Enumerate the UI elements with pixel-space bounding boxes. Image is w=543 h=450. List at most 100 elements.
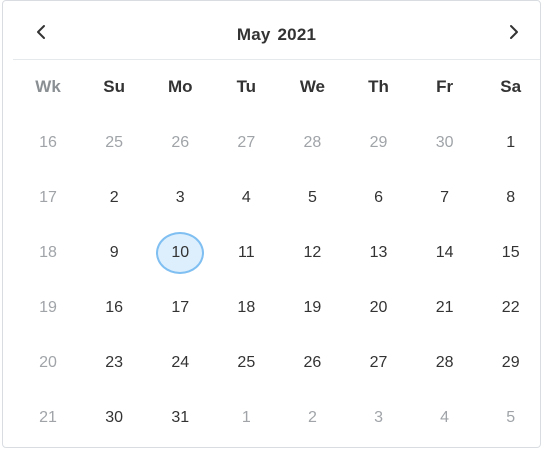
day-cell[interactable]: 1	[478, 115, 543, 170]
week-number: 20	[39, 353, 57, 371]
day-cell[interactable]: 26	[279, 335, 345, 390]
day-cell[interactable]: 2	[279, 390, 345, 445]
day-cell[interactable]: 1	[213, 390, 279, 445]
day-cell[interactable]: 16	[81, 280, 147, 335]
day-number: 28	[303, 133, 322, 151]
day-cell[interactable]: 27	[213, 115, 279, 170]
day-number: 28	[435, 353, 454, 371]
day-cell[interactable]: 20	[345, 280, 411, 335]
day-cell[interactable]: 3	[147, 170, 213, 225]
day-number: 1	[241, 408, 251, 426]
week-row: 20 23 24 25 26 27 28 29	[15, 335, 543, 390]
day-number: 1	[506, 133, 516, 151]
date-picker-calendar: May 2021 Wk Su Mo Tu We Th Fr Sa 16 25 26…	[2, 0, 541, 448]
day-number: 23	[105, 353, 124, 371]
week-row: 18 9 10 11 12 13 14 15	[15, 225, 543, 280]
day-cell[interactable]: 25	[81, 115, 147, 170]
day-number: 5	[307, 188, 317, 206]
week-number: 19	[39, 298, 57, 316]
day-cell[interactable]: 13	[345, 225, 411, 280]
day-number: 18	[237, 298, 256, 316]
day-number: 7	[440, 188, 450, 206]
day-cell[interactable]: 2	[81, 170, 147, 225]
week-number-header: Wk	[35, 77, 61, 96]
day-number: 29	[369, 133, 388, 151]
weekday-header-friday: Fr	[436, 77, 454, 96]
day-cell[interactable]: 24	[147, 335, 213, 390]
week-row: 19 16 17 18 19 20 21 22	[15, 280, 543, 335]
day-cell[interactable]: 31	[147, 390, 213, 445]
day-cell[interactable]: 5	[478, 390, 543, 445]
day-cell[interactable]: 29	[478, 335, 543, 390]
day-cell[interactable]: 28	[412, 335, 478, 390]
day-cell[interactable]: 27	[345, 335, 411, 390]
day-cell[interactable]: 28	[279, 115, 345, 170]
day-number: 25	[237, 353, 256, 371]
day-cell[interactable]: 4	[412, 390, 478, 445]
day-number: 24	[171, 353, 190, 371]
day-cell[interactable]: 18	[213, 280, 279, 335]
week-row: 16 25 26 27 28 29 30 1	[15, 115, 543, 170]
day-cell[interactable]: 19	[279, 280, 345, 335]
day-number: 8	[506, 188, 516, 206]
day-cell[interactable]: 30	[412, 115, 478, 170]
day-cell[interactable]: 17	[147, 280, 213, 335]
week-number: 16	[39, 133, 57, 151]
day-cell[interactable]: 14	[412, 225, 478, 280]
day-number: 14	[435, 243, 454, 261]
chevron-right-icon	[510, 25, 518, 39]
day-cell[interactable]: 11	[213, 225, 279, 280]
weekday-header-saturday: Sa	[500, 77, 522, 96]
day-cell[interactable]: 25	[213, 335, 279, 390]
year-label: 2021	[277, 25, 317, 44]
selected-day-cell[interactable]: 10	[147, 225, 213, 280]
day-cell[interactable]: 29	[345, 115, 411, 170]
day-number: 6	[374, 188, 383, 206]
day-number: 30	[105, 408, 124, 426]
day-number: 26	[303, 353, 322, 371]
day-number: 9	[109, 243, 119, 261]
next-month-button[interactable]	[498, 17, 528, 47]
weekday-header-wednesday: We	[299, 77, 326, 96]
day-cell[interactable]: 3	[345, 390, 411, 445]
weekday-header-tuesday: Tu	[236, 77, 257, 96]
day-cell[interactable]: 21	[412, 280, 478, 335]
week-row: 17 2 3 4 5 6 7 8	[15, 170, 543, 225]
day-cell[interactable]: 6	[345, 170, 411, 225]
day-number: 29	[501, 353, 520, 371]
day-cell[interactable]: 23	[81, 335, 147, 390]
day-cell[interactable]: 5	[279, 170, 345, 225]
day-number: 13	[369, 243, 388, 261]
calendar-grid: Wk Su Mo Tu We Th Fr Sa 16 25 26 27 28 2…	[15, 59, 543, 445]
month-year-title[interactable]: May 2021	[13, 25, 540, 45]
day-cell[interactable]: 15	[478, 225, 543, 280]
month-label: May	[236, 25, 271, 44]
day-number: 12	[303, 243, 322, 261]
day-number: 15	[501, 243, 520, 261]
day-cell[interactable]: 26	[147, 115, 213, 170]
day-cell[interactable]: 9	[81, 225, 147, 280]
day-cell[interactable]: 8	[478, 170, 543, 225]
day-number: 3	[374, 408, 383, 426]
day-number: 20	[369, 298, 388, 316]
day-number: 16	[105, 298, 124, 316]
day-number: 4	[440, 408, 450, 426]
week-number: 17	[39, 188, 57, 206]
day-cell[interactable]: 7	[412, 170, 478, 225]
day-cell[interactable]: 12	[279, 225, 345, 280]
day-cell[interactable]: 4	[213, 170, 279, 225]
day-number: 21	[435, 298, 454, 316]
weekday-header-row: Wk Su Mo Tu We Th Fr Sa	[15, 59, 543, 115]
week-row: 21 30 31 1 2 3 4 5	[15, 390, 543, 445]
day-cell[interactable]: 22	[478, 280, 543, 335]
weekday-header-sunday: Su	[103, 77, 125, 96]
day-number: 27	[369, 353, 388, 371]
day-number: 2	[109, 188, 119, 206]
day-cell[interactable]: 30	[81, 390, 147, 445]
day-number: 3	[175, 188, 185, 206]
week-number: 21	[39, 408, 57, 426]
weekday-header-thursday: Th	[368, 77, 389, 96]
day-number: 4	[241, 188, 251, 206]
day-number: 5	[506, 408, 516, 426]
day-number: 19	[303, 298, 322, 316]
